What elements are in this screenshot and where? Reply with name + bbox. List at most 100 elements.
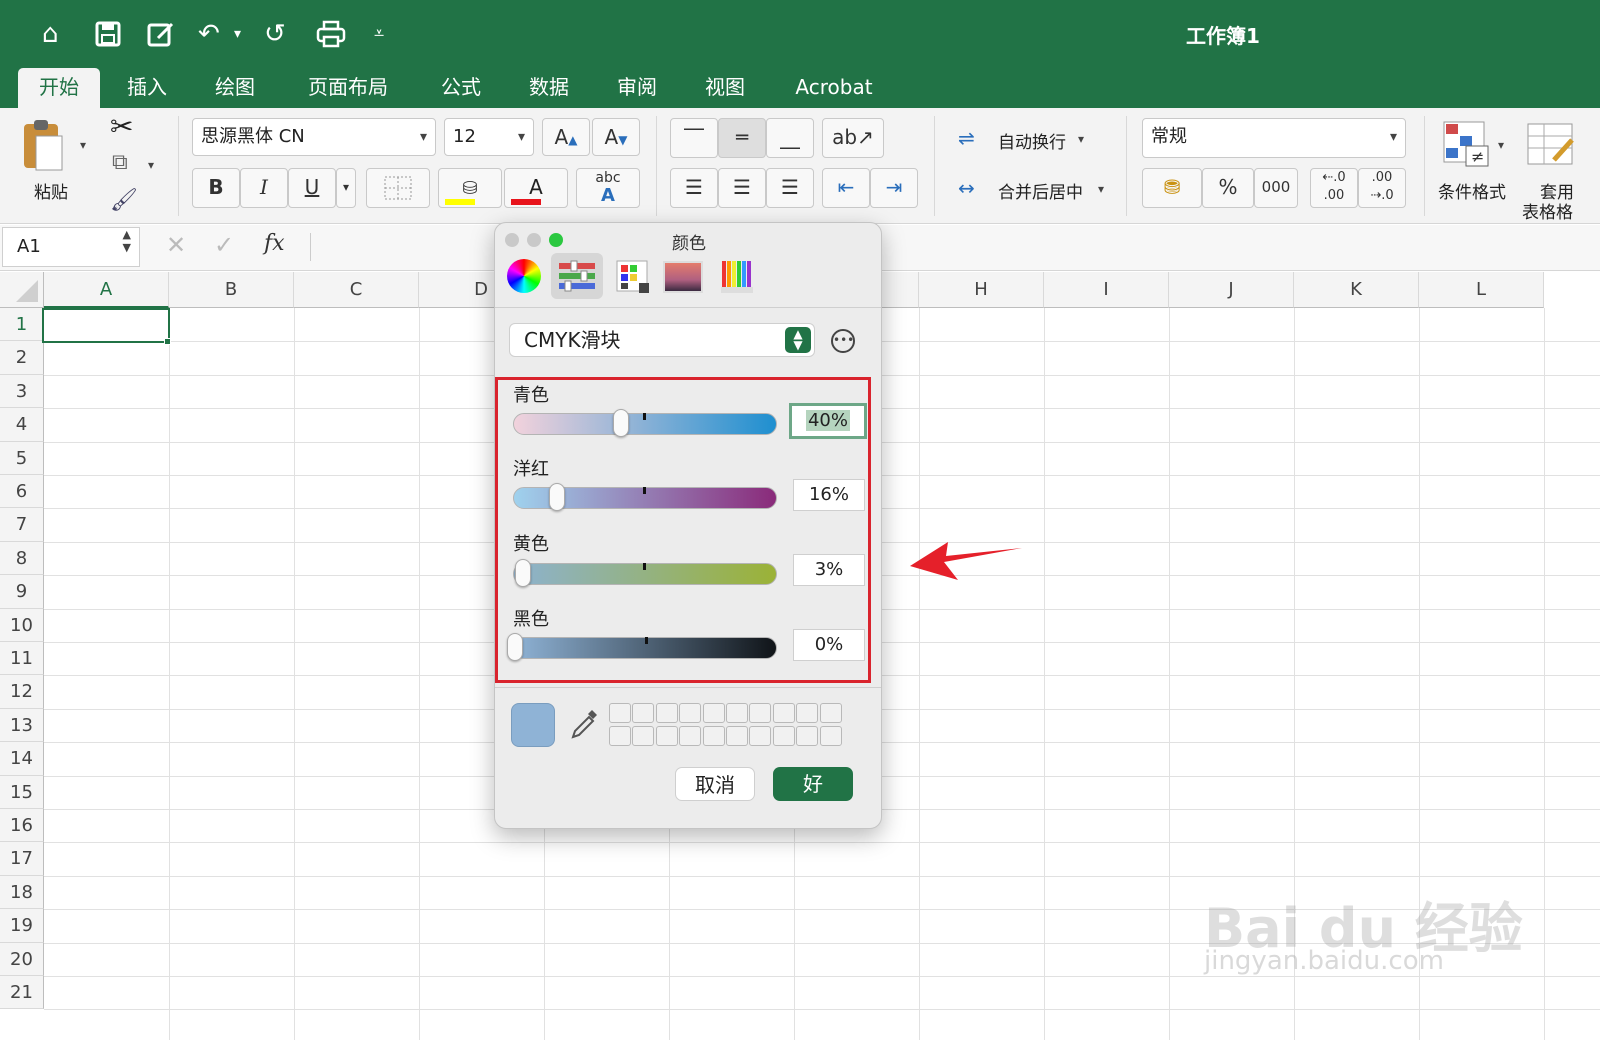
column-header[interactable]: K [1294, 272, 1419, 308]
row-header[interactable]: 2 [0, 341, 44, 375]
underline-button[interactable]: U [288, 168, 336, 208]
empty-swatch[interactable] [609, 726, 631, 746]
redo-icon[interactable]: ↺ [264, 16, 286, 52]
empty-swatch[interactable] [819, 703, 842, 723]
column-header[interactable]: C [294, 272, 419, 308]
increase-decimal-button[interactable]: ⇠.0.00 [1310, 168, 1358, 208]
empty-swatch[interactable] [772, 703, 795, 723]
select-all-corner[interactable] [0, 272, 44, 308]
row-header[interactable]: 6 [0, 475, 44, 509]
align-center-button[interactable]: ☰ [718, 168, 766, 208]
merge-dropdown-icon[interactable]: ▾ [1098, 182, 1104, 196]
row-header[interactable]: 8 [0, 541, 44, 576]
fill-color-button[interactable]: ⛁ [438, 168, 502, 208]
phonetic-button[interactable]: abc A [576, 168, 640, 208]
ok-button[interactable]: 好 [773, 767, 853, 801]
yellow-value-field[interactable]: 3% [793, 554, 865, 586]
empty-swatch[interactable] [679, 726, 702, 746]
column-header[interactable]: I [1044, 272, 1169, 308]
row-header[interactable]: 10 [0, 608, 44, 642]
tab-acrobat[interactable]: Acrobat [786, 68, 882, 108]
slider-mode-select[interactable]: CMYK滑块 ▲ ▼ [509, 323, 815, 357]
row-header[interactable]: 12 [0, 675, 44, 709]
increase-indent-button[interactable]: ⇥ [870, 168, 918, 208]
conditional-format-button[interactable]: 条件格式 [1438, 178, 1506, 203]
font-size-select[interactable]: 12 ▾ [444, 118, 534, 156]
tab-data[interactable]: 数据 [514, 68, 584, 108]
column-header[interactable]: A [44, 272, 169, 308]
empty-swatch[interactable] [609, 703, 631, 723]
row-header[interactable]: 20 [0, 942, 44, 976]
cut-icon[interactable]: ✂ [110, 110, 133, 143]
confirm-icon[interactable]: ✓ [214, 231, 234, 259]
row-header[interactable]: 5 [0, 441, 44, 475]
tab-review[interactable]: 审阅 [602, 68, 672, 108]
image-palettes-icon[interactable] [663, 261, 703, 293]
empty-swatch[interactable] [796, 703, 819, 723]
cancel-button[interactable]: 取消 [675, 767, 755, 801]
format-painter-icon[interactable]: 🖌 [110, 188, 138, 213]
wrap-text-icon[interactable]: ⇌ [958, 126, 975, 150]
cf-dropdown-icon[interactable]: ▾ [1498, 138, 1504, 152]
fill-handle[interactable] [164, 338, 171, 345]
orientation-button[interactable]: ab↗ [822, 118, 884, 158]
row-header[interactable]: 16 [0, 809, 44, 843]
color-wheel-icon[interactable] [507, 259, 541, 293]
row-header[interactable]: 1 [0, 308, 44, 342]
yellow-slider-thumb[interactable] [514, 559, 531, 587]
magenta-value-field[interactable]: 16% [793, 479, 865, 511]
empty-swatch[interactable] [702, 726, 725, 746]
more-options-icon[interactable]: ••• [831, 329, 855, 353]
paste-dropdown-icon[interactable]: ▾ [80, 138, 86, 152]
column-header[interactable]: H [919, 272, 1044, 308]
shrink-font-button[interactable]: A▼ [592, 118, 640, 156]
borders-button[interactable] [366, 168, 430, 208]
align-right-button[interactable]: ☰ [766, 168, 814, 208]
undo-dropdown-icon[interactable]: ▾ [234, 16, 241, 52]
paste-button[interactable] [22, 118, 66, 178]
font-name-select[interactable]: 思源黑体 CN ▾ [192, 118, 436, 156]
palettes-icon[interactable] [613, 257, 653, 299]
tab-view[interactable]: 视图 [690, 68, 760, 108]
decrease-decimal-button[interactable]: .00 ⇢.0 [1358, 168, 1406, 208]
wrap-dropdown-icon[interactable]: ▾ [1078, 132, 1084, 146]
black-slider-thumb[interactable] [507, 633, 523, 661]
row-header[interactable]: 14 [0, 742, 44, 776]
empty-swatch[interactable] [632, 726, 655, 746]
tab-home[interactable]: 开始 [18, 68, 100, 108]
function-icon[interactable]: fx [264, 231, 285, 256]
row-header[interactable]: 15 [0, 775, 44, 809]
name-box[interactable]: A1 ▲ ▼ [2, 227, 140, 267]
merge-icon[interactable]: ↔ [958, 176, 975, 200]
row-header[interactable]: 21 [0, 976, 44, 1010]
empty-swatch[interactable] [726, 703, 748, 723]
empty-swatch[interactable] [655, 726, 678, 746]
empty-swatch[interactable] [796, 726, 819, 746]
italic-button[interactable]: I [240, 168, 288, 208]
save-icon[interactable] [94, 16, 122, 58]
edit-save-icon[interactable] [146, 16, 176, 58]
table-format-label-2[interactable]: 表格格 [1522, 198, 1573, 223]
number-format-select[interactable]: 常规 ▾ [1142, 118, 1406, 158]
copy-dropdown-icon[interactable]: ▾ [148, 158, 154, 172]
align-bottom-button[interactable]: ⎽ [766, 118, 814, 158]
sliders-mode-button[interactable] [551, 253, 603, 299]
row-header[interactable]: 17 [0, 842, 44, 876]
stepper-icon[interactable]: ▲ ▼ [123, 228, 131, 254]
column-header[interactable]: J [1169, 272, 1294, 308]
magenta-slider-thumb[interactable] [549, 483, 566, 511]
empty-swatch[interactable] [749, 703, 772, 723]
align-middle-button[interactable]: ═ [718, 118, 766, 158]
grow-font-button[interactable]: A▲ [542, 118, 590, 156]
cancel-icon[interactable]: ✕ [166, 231, 186, 259]
empty-swatch[interactable] [772, 726, 795, 746]
row-header[interactable]: 4 [0, 408, 44, 442]
cyan-slider-thumb[interactable] [612, 409, 629, 437]
black-value-field[interactable]: 0% [793, 629, 865, 661]
tab-draw[interactable]: 绘图 [200, 68, 270, 108]
undo-icon[interactable]: ↶ [198, 16, 220, 52]
align-top-button[interactable]: ⎺ [670, 118, 718, 158]
row-header[interactable]: 11 [0, 642, 44, 676]
bold-button[interactable]: B [192, 168, 240, 208]
font-color-button[interactable]: A [504, 168, 568, 208]
